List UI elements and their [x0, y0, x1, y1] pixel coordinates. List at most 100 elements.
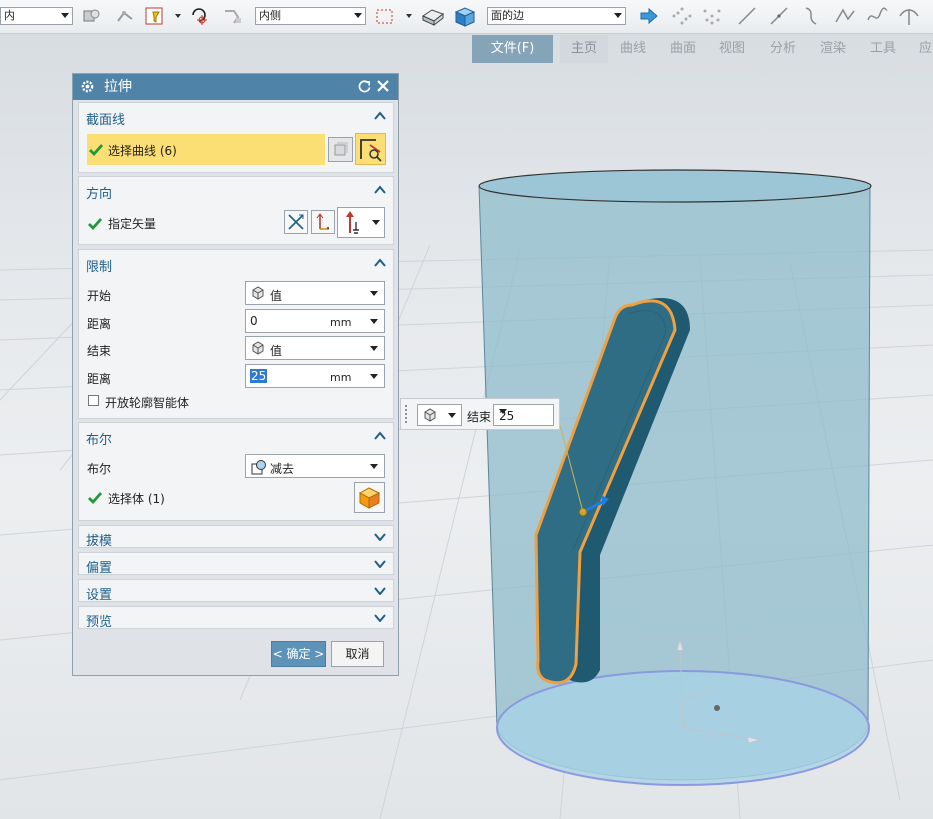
chevron-down-icon [370, 464, 378, 469]
drag-handle[interactable] [404, 404, 408, 424]
ok-button[interactable]: < 确定 > [271, 641, 326, 667]
select-body-button[interactable] [354, 482, 385, 513]
chevron-down-icon[interactable] [374, 613, 386, 622]
point-set-icon[interactable] [700, 5, 724, 27]
box-select-icon[interactable] [374, 5, 396, 27]
boolean-label: 布尔 [87, 462, 112, 476]
line-point-icon[interactable] [768, 5, 790, 27]
chevron-up-icon[interactable] [374, 258, 386, 267]
spline-icon[interactable] [866, 5, 888, 27]
direction-group: 方向 指定矢量 [78, 176, 394, 245]
end-distance-input[interactable]: 25 mm [245, 364, 385, 388]
chevron-down-icon [370, 291, 378, 296]
sketch-icon [334, 142, 348, 156]
selection-filter-icon[interactable] [144, 5, 166, 27]
polyline-icon[interactable] [834, 5, 856, 27]
limits-title[interactable]: 限制 [86, 256, 112, 275]
tab-app[interactable]: 应 [919, 35, 932, 63]
vector-dialog-button[interactable] [311, 210, 335, 234]
tab-surface[interactable]: 曲面 [670, 35, 696, 63]
chevron-up-icon[interactable] [374, 431, 386, 440]
face-rule-combo[interactable]: 面的边 [487, 7, 626, 25]
offset-group[interactable]: 偏置 [78, 552, 394, 576]
point-cloud-icon[interactable] [670, 5, 694, 27]
cube-view-icon[interactable] [452, 5, 478, 27]
start-type-select[interactable]: 值 [245, 281, 385, 305]
end-distance-value: 25 [250, 369, 268, 383]
direction-title[interactable]: 方向 [86, 183, 112, 202]
chevron-down-icon[interactable] [374, 586, 386, 595]
section-title[interactable]: 截面线 [86, 109, 125, 128]
attach-icon[interactable] [222, 5, 244, 27]
section-group: 截面线 选择曲线 (6) [78, 102, 394, 173]
chevron-up-icon[interactable] [374, 111, 386, 120]
draft-group[interactable]: 拔模 [78, 525, 394, 549]
end-label: 结束 [467, 410, 492, 424]
chevron-down-icon [370, 319, 378, 324]
reverse-direction-icon [288, 214, 304, 230]
extrude-dialog: 拉伸 截面线 选择曲线 (6) 方向 指定矢量 限制 开始 值 距离 0 mm … [72, 73, 399, 676]
start-type-value: 值 [270, 289, 283, 303]
chevron-down-icon[interactable] [374, 532, 386, 541]
select-curve-label: 选择曲线 (6) [108, 144, 177, 158]
curve-rule-combo[interactable]: 内侧 [255, 7, 366, 25]
start-distance-label: 距离 [87, 317, 112, 331]
vector-options-dropdown[interactable] [337, 207, 385, 238]
preview-group[interactable]: 预览 [78, 606, 394, 630]
settings-group[interactable]: 设置 [78, 579, 394, 603]
end-type-select[interactable]: 值 [245, 336, 385, 360]
boolean-group: 布尔 布尔 减去 选择体 (1) [78, 422, 394, 521]
tab-render[interactable]: 渲染 [820, 35, 846, 63]
shaded-view-icon[interactable] [420, 5, 446, 27]
cancel-button[interactable]: 取消 [331, 641, 384, 667]
chevron-down-icon [614, 13, 622, 18]
open-profile-checkbox[interactable] [88, 395, 99, 406]
tab-tools[interactable]: 工具 [870, 35, 896, 63]
end-value-input[interactable]: 25 [493, 404, 554, 426]
sketch-section-button[interactable] [328, 137, 353, 162]
select-curve-row[interactable]: 选择曲线 (6) [87, 134, 325, 165]
chevron-down-icon [354, 13, 362, 18]
check-icon [88, 218, 102, 230]
value-icon [252, 286, 264, 300]
transparent-cylinder[interactable] [478, 169, 872, 786]
value-icon [424, 408, 436, 422]
boolean-select[interactable]: 减去 [245, 454, 385, 478]
chevron-up-icon[interactable] [374, 185, 386, 194]
boolean-title[interactable]: 布尔 [86, 429, 112, 448]
tab-file[interactable]: 文件(F) [472, 35, 553, 63]
start-distance-input[interactable]: 0 mm [245, 309, 385, 333]
rotate-point-icon[interactable] [188, 5, 210, 27]
chevron-down-icon [372, 220, 380, 225]
snap-body-icon[interactable] [80, 5, 102, 27]
ribbon-tabs: 文件(F) 主页 曲线 曲面 视图 分析 渲染 工具 应 [470, 35, 933, 63]
limits-group: 限制 开始 值 距离 0 mm 结束 值 距离 25 mm 开放轮廓智能体 [78, 249, 394, 419]
dialog-title-bar[interactable]: 拉伸 [73, 74, 398, 100]
chevron-down-icon [61, 13, 69, 18]
line-icon[interactable] [736, 5, 758, 27]
tab-curve[interactable]: 曲线 [620, 35, 646, 63]
close-icon[interactable] [375, 78, 391, 94]
arrow-right-icon[interactable] [638, 5, 660, 27]
subtract-icon [251, 460, 266, 475]
arc-icon[interactable] [800, 5, 822, 27]
check-icon [89, 144, 103, 156]
chevron-down-icon [370, 374, 378, 379]
chevron-down-icon[interactable] [406, 14, 412, 18]
curve-snap-icon[interactable] [114, 5, 136, 27]
face-rule-value: 面的边 [491, 9, 524, 22]
tab-view[interactable]: 视图 [719, 35, 745, 63]
curve-pick-button[interactable] [355, 133, 386, 165]
tab-home[interactable]: 主页 [560, 35, 608, 63]
limit-type-combo[interactable] [417, 404, 462, 426]
offset-title: 偏置 [86, 561, 113, 576]
chevron-down-icon[interactable] [175, 14, 181, 18]
chevron-down-icon[interactable] [374, 559, 386, 568]
filter-combo[interactable]: 内 [0, 7, 73, 25]
reverse-direction-button[interactable] [284, 210, 308, 234]
intersect-curve-icon[interactable] [898, 5, 920, 27]
value-icon [252, 341, 264, 355]
tab-analysis[interactable]: 分析 [770, 35, 796, 63]
reset-icon[interactable] [357, 79, 372, 94]
top-toolbar: 内 内侧 面的边 [0, 0, 933, 34]
